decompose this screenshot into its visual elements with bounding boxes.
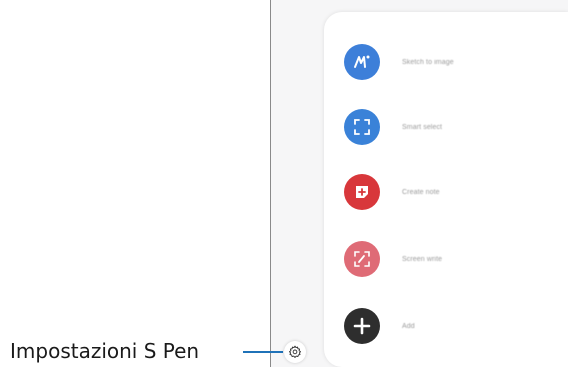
menu-item-label: Sketch to image [402,58,454,66]
callout-line [243,351,283,353]
settings-callout-label: Impostazioni S Pen [10,339,200,363]
settings-button[interactable] [284,341,306,363]
smart-select-icon [344,109,380,145]
menu-item-label: Create note [402,188,440,196]
air-command-panel: Sketch to image Smart select Create note… [324,12,568,367]
menu-item-label: Screen write [402,255,443,263]
create-note-icon [344,174,380,210]
sketch-icon [344,44,380,80]
menu-item-create-note[interactable]: Create note [344,167,564,217]
menu-item-sketch-to-image[interactable]: Sketch to image [344,37,564,87]
screen-write-icon [344,241,380,277]
plus-icon [344,308,380,344]
menu-item-label: Smart select [402,123,443,131]
menu-item-add[interactable]: Add [344,301,564,351]
gear-icon [288,345,302,359]
menu-item-smart-select[interactable]: Smart select [344,102,564,152]
menu-item-label: Add [402,322,415,330]
menu-item-screen-write[interactable]: Screen write [344,234,564,284]
